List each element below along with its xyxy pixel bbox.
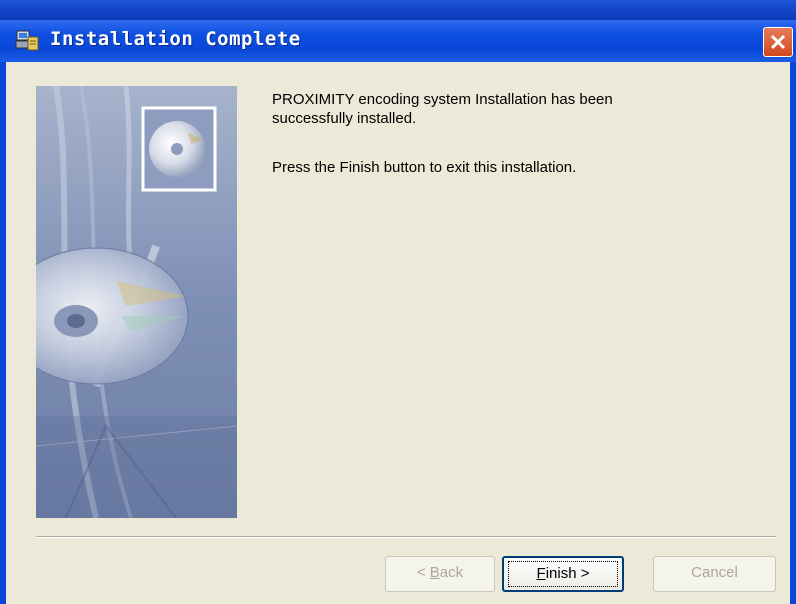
finish-button[interactable]: Finish > — [502, 556, 624, 592]
close-icon — [770, 34, 786, 50]
installer-icon — [14, 29, 40, 53]
back-mnemonic: B — [429, 564, 440, 581]
title-bar[interactable]: Installation Complete — [0, 20, 796, 62]
button-divider — [36, 536, 776, 538]
back-label: ack — [439, 564, 464, 581]
window-title: Installation Complete — [50, 28, 301, 50]
focus-rectangle — [508, 561, 618, 587]
back-prefix: < — [416, 564, 430, 581]
success-text: PROXIMITY encoding system Installation h… — [272, 91, 613, 127]
back-button[interactable]: < Back — [385, 556, 495, 592]
window-top-border — [0, 0, 796, 20]
cancel-button[interactable]: Cancel — [653, 556, 776, 592]
completion-message: PROXIMITY encoding system Installation h… — [272, 90, 692, 177]
close-button[interactable] — [763, 27, 793, 57]
window-left-frame — [0, 62, 6, 604]
window-right-frame — [790, 62, 796, 604]
instruction-text: Press the Finish button to exit this ins… — [272, 159, 577, 176]
installer-window: Installation Complete PROXIMITY encoding… — [0, 0, 796, 604]
cd-disc-illustration — [36, 86, 237, 518]
